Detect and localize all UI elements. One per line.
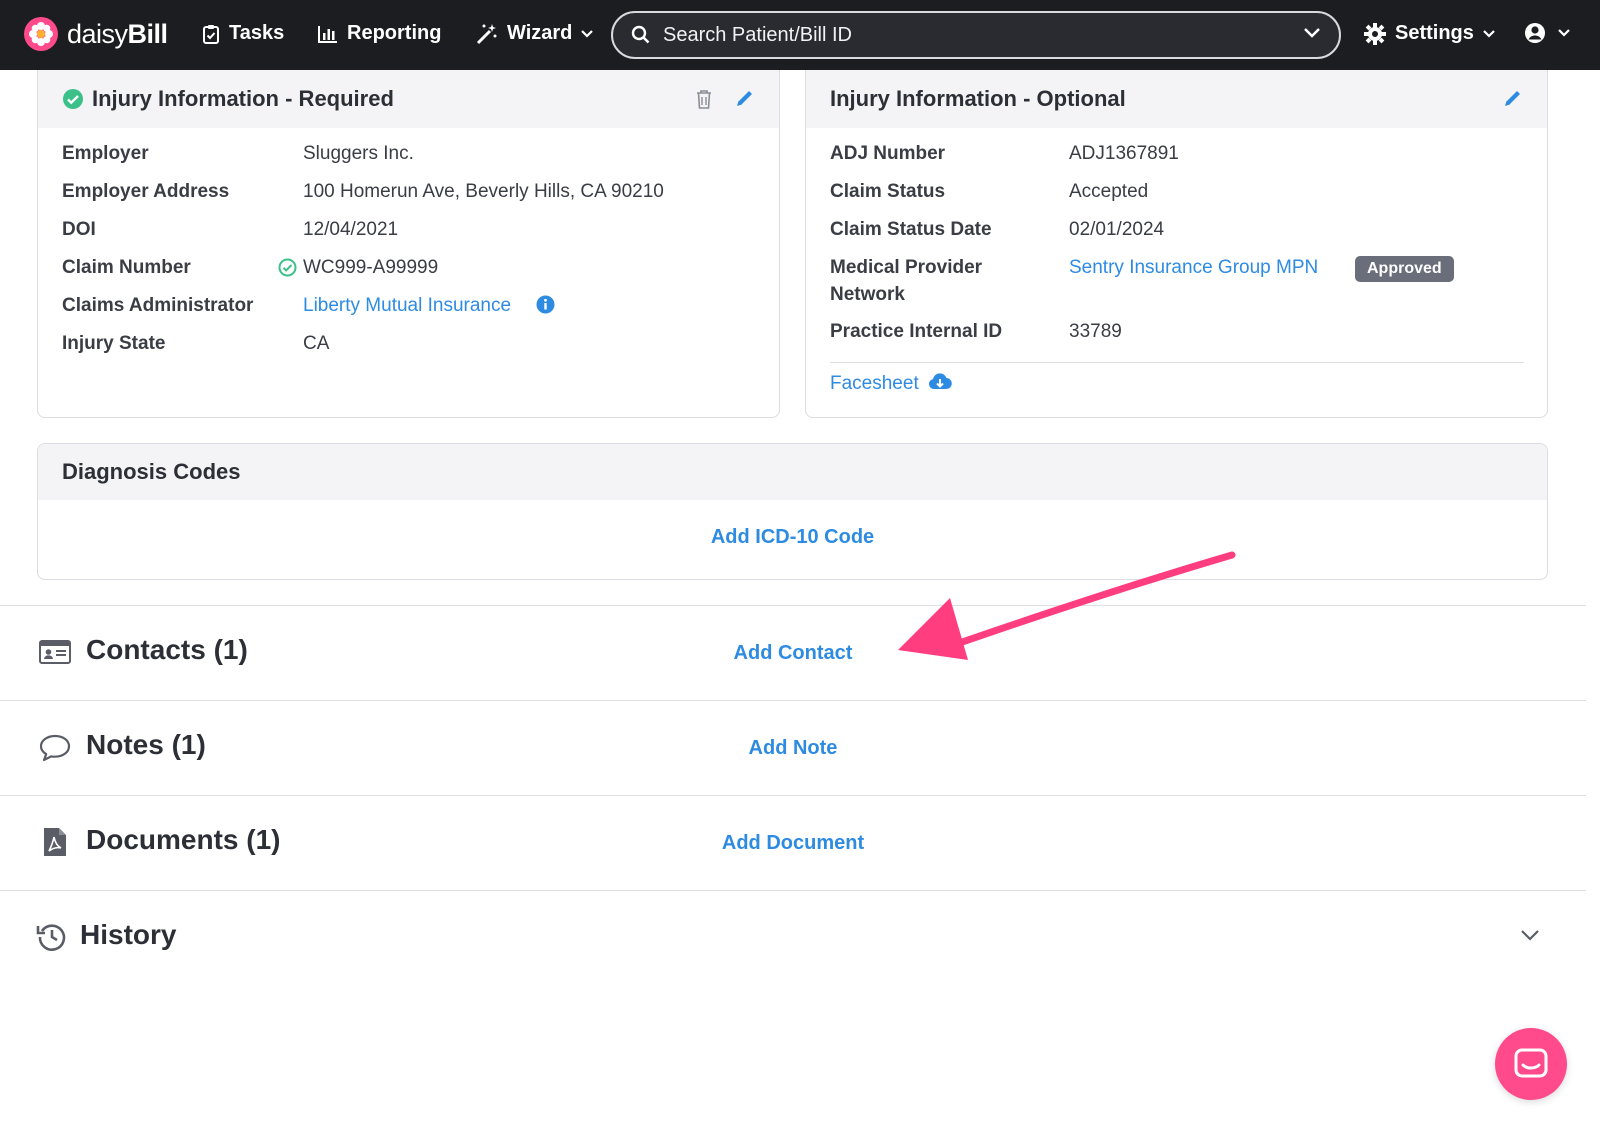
chat-launcher-button[interactable] (1495, 1028, 1567, 1100)
chat-icon (1514, 1048, 1548, 1078)
annotation-arrow (898, 551, 1236, 660)
